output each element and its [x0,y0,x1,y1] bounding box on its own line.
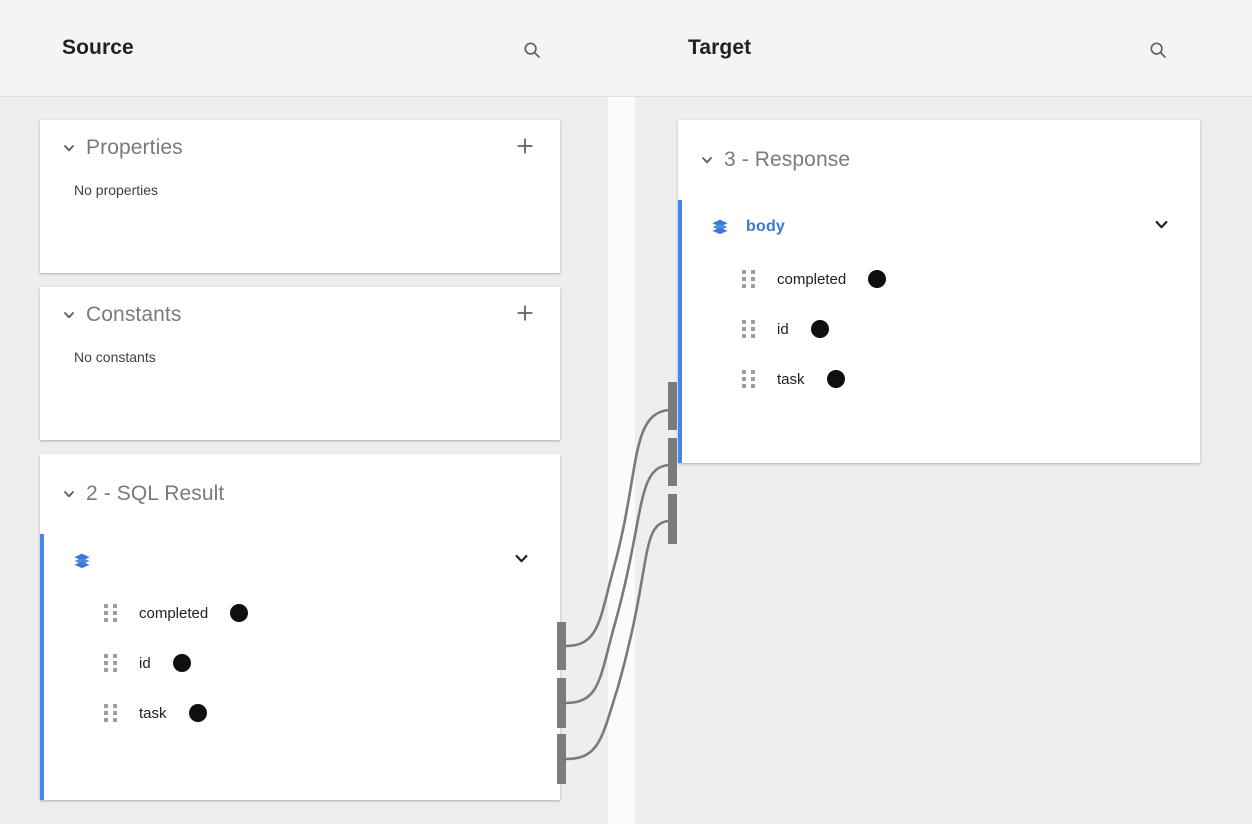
source-field-label: task [139,705,167,722]
sql-result-group-row[interactable] [40,534,560,588]
target-field-row-id[interactable]: id [678,304,1200,354]
response-group-expand-button[interactable] [1152,218,1170,236]
response-card: 3 - Response body [678,120,1200,463]
layers-icon [72,551,92,571]
constants-card: Constants No constants [40,287,560,440]
properties-empty-text: No properties [40,176,560,198]
properties-card: Properties No properties [40,120,560,273]
connector-dot-icon[interactable] [230,604,248,622]
source-panel-title: Source [62,36,134,60]
drag-handle-icon[interactable] [104,654,117,673]
sql-result-card: 2 - SQL Result [40,454,560,800]
source-search-button[interactable] [515,33,549,67]
connector-dot-icon[interactable] [173,654,191,672]
connector-dot-icon[interactable] [827,370,845,388]
drag-handle-icon[interactable] [742,320,755,339]
target-field-label: completed [777,271,846,288]
drag-handle-icon[interactable] [742,370,755,389]
target-field-row-task[interactable]: task [678,354,1200,404]
sql-result-group-expand-button[interactable] [512,552,530,570]
connector-dot-icon[interactable] [189,704,207,722]
target-panel-title: Target [688,36,751,60]
chevron-down-icon [1153,216,1170,238]
connector-dot-icon[interactable] [868,270,886,288]
panels-header-bar: Source Target [0,0,1252,97]
target-port-id[interactable] [668,438,677,486]
chevron-down-icon [62,487,76,501]
chevron-down-icon [700,153,714,167]
add-property-button[interactable] [512,135,538,161]
sql-result-group-block: completed id task [40,534,560,800]
source-port-completed[interactable] [557,622,566,670]
constants-empty-text: No constants [40,343,560,365]
chevron-down-icon [513,550,530,572]
drag-handle-icon[interactable] [104,604,117,623]
drag-handle-icon[interactable] [742,270,755,289]
search-icon [522,40,542,60]
response-card-header[interactable]: 3 - Response [678,120,1200,200]
source-field-row-id[interactable]: id [40,638,560,688]
plus-icon [515,136,535,161]
target-field-row-completed[interactable]: completed [678,254,1200,304]
mapping-canvas: Properties No properties Constants [0,97,1252,824]
target-field-label: task [777,371,805,388]
constants-card-header[interactable]: Constants [40,287,560,343]
source-field-row-completed[interactable]: completed [40,588,560,638]
plus-icon [515,303,535,328]
source-field-row-task[interactable]: task [40,688,560,738]
target-panel-header: Target [626,0,1252,96]
response-group-row-body[interactable]: body [678,200,1200,254]
response-group-label: body [746,218,785,236]
source-panel-header: Source [0,0,626,96]
source-port-task[interactable] [557,734,566,784]
sql-result-card-header[interactable]: 2 - SQL Result [40,454,560,534]
properties-card-title: Properties [86,136,183,160]
properties-card-header[interactable]: Properties [40,120,560,176]
connector-dot-icon[interactable] [811,320,829,338]
drag-handle-icon[interactable] [104,704,117,723]
sql-result-card-title: 2 - SQL Result [86,482,224,506]
chevron-down-icon [62,141,76,155]
add-constant-button[interactable] [512,302,538,328]
source-field-label: completed [139,605,208,622]
response-card-title: 3 - Response [724,148,850,172]
search-icon [1148,40,1168,60]
panel-divider-gutter[interactable] [608,97,635,824]
target-port-task[interactable] [668,494,677,544]
response-group-block: body completed [678,200,1200,463]
target-field-label: id [777,321,789,338]
constants-card-title: Constants [86,303,181,327]
chevron-down-icon [62,308,76,322]
target-port-completed[interactable] [668,382,677,430]
target-search-button[interactable] [1141,33,1175,67]
source-port-id[interactable] [557,678,566,728]
layers-icon [710,217,730,237]
source-field-label: id [139,655,151,672]
